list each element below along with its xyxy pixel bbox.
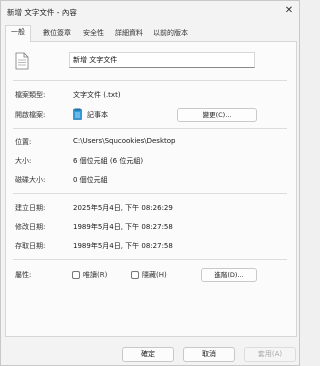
modified-value: 1989年5月4日, 下午 08:27:58 xyxy=(73,223,173,231)
type-value: 文字文件 (.txt) xyxy=(73,91,121,99)
tab-general[interactable]: 一般 xyxy=(5,25,31,43)
apply-button[interactable]: 套用(A) xyxy=(244,347,296,362)
document-icon xyxy=(15,52,29,70)
tab-details[interactable]: 詳細資料 xyxy=(110,27,148,42)
tab-security[interactable]: 安全性 xyxy=(78,27,109,42)
divider xyxy=(13,128,287,129)
tab-previous-versions[interactable]: 以前的版本 xyxy=(148,27,193,42)
divider xyxy=(13,193,287,194)
divider xyxy=(13,259,287,260)
created-value: 2025年5月4日, 下午 08:26:29 xyxy=(73,204,173,212)
hidden-label[interactable]: 隱藏(H) xyxy=(142,270,167,280)
file-name-input[interactable]: 新增 文字文件 xyxy=(69,52,255,68)
modified-label: 修改日期: xyxy=(15,223,46,231)
tab-digital-signatures[interactable]: 數位簽章 xyxy=(38,27,76,42)
accessed-value: 1989年5月4日, 下午 08:27:58 xyxy=(73,242,173,250)
window-title: 新增 文字文件 - 內容 xyxy=(7,8,77,17)
change-button[interactable]: 變更(C)... xyxy=(177,108,257,122)
notepad-icon xyxy=(73,108,82,120)
divider xyxy=(13,80,287,81)
size-value: 6 個位元組 (6 位元組) xyxy=(73,157,144,165)
attributes-label: 屬性: xyxy=(15,271,32,279)
general-panel xyxy=(5,42,297,337)
size-label: 大小: xyxy=(15,157,32,165)
readonly-checkbox[interactable] xyxy=(72,271,80,279)
title-bar[interactable]: 新增 文字文件 - 內容 ✕ xyxy=(1,1,301,23)
readonly-label[interactable]: 唯讀(R) xyxy=(83,270,107,280)
ok-button[interactable]: 確定 xyxy=(122,347,174,362)
tab-strip: 一般 數位簽章 安全性 詳細資料 以前的版本 xyxy=(5,25,297,43)
properties-window: 新增 文字文件 - 內容 ✕ 一般 數位簽章 安全性 詳細資料 以前的版本 新增… xyxy=(0,0,300,366)
location-value: C:\Users\Squcookies\Desktop xyxy=(73,137,176,145)
accessed-label: 存取日期: xyxy=(15,242,46,250)
size-on-disk-label: 磁碟大小: xyxy=(15,176,46,184)
opens-with-app: 記事本 xyxy=(87,111,108,119)
type-label: 檔案類型: xyxy=(15,91,46,99)
created-label: 建立日期: xyxy=(15,204,46,212)
hidden-checkbox[interactable] xyxy=(131,271,139,279)
close-icon[interactable]: ✕ xyxy=(282,4,296,18)
opens-with-label: 開啟檔案: xyxy=(15,111,46,119)
advanced-button[interactable]: 進階(D)... xyxy=(201,268,257,282)
location-label: 位置: xyxy=(15,138,32,146)
size-on-disk-value: 0 個位元組 xyxy=(73,176,108,184)
cancel-button[interactable]: 取消 xyxy=(183,347,235,362)
